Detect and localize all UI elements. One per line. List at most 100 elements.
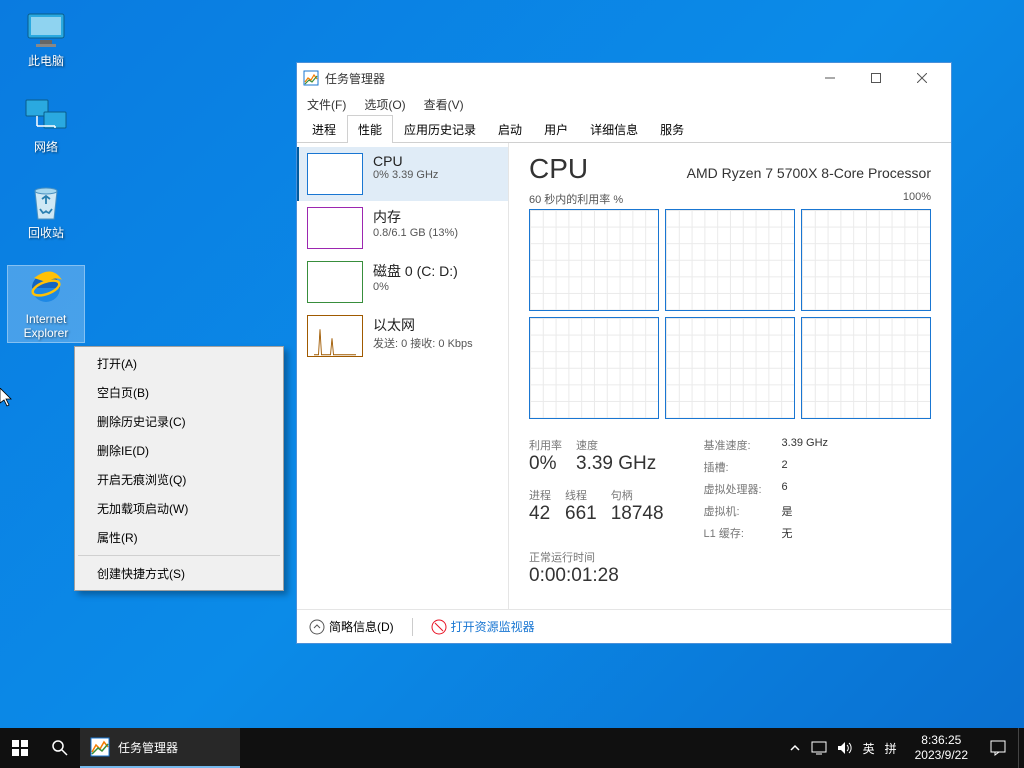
tray-ime-lang[interactable]: 英 — [863, 740, 875, 757]
side-net-sub: 发送: 0 接收: 0 Kbps — [373, 335, 473, 351]
context-menu: 打开(A) 空白页(B) 删除历史记录(C) 删除IE(D) 开启无痕浏览(Q)… — [74, 346, 284, 591]
l1-key: L1 缓存: — [704, 525, 764, 541]
cpu-model: AMD Ryzen 7 5700X 8-Core Processor — [687, 165, 931, 181]
l1-val: 无 — [782, 525, 842, 541]
notification-icon — [990, 740, 1006, 756]
tray-network-icon[interactable] — [811, 741, 827, 755]
ctx-no-addons[interactable]: 无加载项启动(W) — [77, 494, 281, 523]
sockets-key: 插槽: — [704, 459, 764, 475]
side-disk-title: 磁盘 0 (C: D:) — [373, 261, 458, 281]
tab-processes[interactable]: 进程 — [301, 115, 347, 143]
vm-key: 虚拟机: — [704, 503, 764, 519]
taskbar: 任务管理器 英 拼 8:36:25 2023/9/22 — [0, 728, 1024, 768]
ctx-open[interactable]: 打开(A) — [77, 349, 281, 378]
speed-val: 3.39 GHz — [576, 453, 656, 475]
chevron-up-circle-icon — [309, 619, 325, 635]
tray-volume-icon[interactable] — [837, 741, 853, 755]
titlebar[interactable]: 任务管理器 — [297, 63, 951, 93]
cpu-core-graph[interactable] — [665, 209, 795, 311]
desktop-icon-label: 此电脑 — [28, 54, 64, 68]
tray-chevron-icon[interactable] — [789, 742, 801, 754]
cpu-core-graph[interactable] — [801, 317, 931, 419]
side-cpu-sub: 0% 3.39 GHz — [373, 169, 438, 181]
maximize-button[interactable] — [853, 64, 899, 92]
base-key: 基准速度: — [704, 437, 764, 453]
proc-key: 进程 — [529, 487, 551, 503]
close-button[interactable] — [899, 64, 945, 92]
util-val: 0% — [529, 453, 562, 475]
side-ethernet[interactable]: 以太网发送: 0 接收: 0 Kbps — [297, 309, 508, 363]
system-tray: 英 拼 — [781, 728, 905, 768]
sockets-val: 2 — [782, 459, 842, 475]
cpu-core-graph[interactable] — [801, 209, 931, 311]
show-desktop-button[interactable] — [1018, 728, 1024, 768]
ctx-blank-page[interactable]: 空白页(B) — [77, 378, 281, 407]
network-icon — [24, 96, 68, 136]
separator — [412, 618, 413, 636]
window-title: 任务管理器 — [325, 70, 807, 87]
action-center-button[interactable] — [978, 728, 1018, 768]
desktop-icon-network[interactable]: 网络 — [8, 94, 84, 156]
taskbar-task-task-manager[interactable]: 任务管理器 — [80, 728, 240, 768]
handles-key: 句柄 — [611, 487, 664, 503]
monitor-icon — [24, 10, 68, 50]
ctx-inprivate[interactable]: 开启无痕浏览(Q) — [77, 465, 281, 494]
uptime-val: 0:00:01:28 — [529, 565, 664, 587]
side-memory[interactable]: 内存0.8/6.1 GB (13%) — [297, 201, 508, 255]
tab-app-history[interactable]: 应用历史记录 — [393, 115, 487, 143]
speed-key: 速度 — [576, 437, 656, 453]
tab-services[interactable]: 服务 — [649, 115, 695, 143]
cpu-core-graph[interactable] — [665, 317, 795, 419]
cpu-graphs — [529, 209, 931, 419]
util-key: 利用率 — [529, 437, 562, 453]
tab-users[interactable]: 用户 — [533, 115, 579, 143]
side-net-title: 以太网 — [373, 315, 473, 335]
desktop-icon-label: 网络 — [34, 140, 58, 154]
base-val: 3.39 GHz — [782, 437, 842, 453]
disk-thumb-icon — [307, 261, 363, 303]
app-icon — [303, 70, 319, 86]
perf-sidebar: CPU0% 3.39 GHz 内存0.8/6.1 GB (13%) 磁盘 0 (… — [297, 143, 509, 609]
open-resource-monitor-link[interactable]: 打开资源监视器 — [431, 618, 535, 635]
tab-bar: 进程 性能 应用历史记录 启动 用户 详细信息 服务 — [297, 115, 951, 143]
vm-val: 是 — [782, 503, 842, 519]
side-mem-title: 内存 — [373, 207, 458, 227]
menu-file[interactable]: 文件(F) — [303, 95, 350, 114]
side-cpu[interactable]: CPU0% 3.39 GHz — [297, 147, 508, 201]
tab-startup[interactable]: 启动 — [487, 115, 533, 143]
search-button[interactable] — [40, 728, 80, 768]
minimize-button[interactable] — [807, 64, 853, 92]
tray-ime-mode[interactable]: 拼 — [885, 740, 897, 757]
search-icon — [52, 740, 68, 756]
fewer-details-button[interactable]: 简略信息(D) — [309, 618, 394, 635]
desktop-icon-label: Internet Explorer — [10, 312, 82, 340]
task-manager-window: 任务管理器 文件(F) 选项(O) 查看(V) 进程 性能 应用历史记录 启动 … — [296, 62, 952, 644]
taskbar-task-label: 任务管理器 — [118, 739, 178, 756]
perf-main: CPU AMD Ryzen 7 5700X 8-Core Processor 6… — [509, 143, 951, 609]
ctx-properties[interactable]: 属性(R) — [77, 523, 281, 552]
clock-date: 2023/9/22 — [915, 748, 968, 763]
desktop-icon-this-pc[interactable]: 此电脑 — [8, 8, 84, 70]
side-cpu-title: CPU — [373, 153, 438, 169]
menu-options[interactable]: 选项(O) — [360, 95, 409, 114]
taskbar-clock[interactable]: 8:36:25 2023/9/22 — [905, 733, 978, 763]
side-disk-sub: 0% — [373, 281, 458, 293]
desktop-icon-label: 回收站 — [28, 226, 64, 240]
vproc-key: 虚拟处理器: — [704, 481, 764, 497]
desktop-icon-recycle-bin[interactable]: 回收站 — [8, 180, 84, 242]
bottom-bar: 简略信息(D) 打开资源监视器 — [297, 609, 951, 643]
threads-val: 661 — [565, 503, 597, 525]
menu-view[interactable]: 查看(V) — [420, 95, 468, 114]
tab-performance[interactable]: 性能 — [347, 115, 393, 143]
start-button[interactable] — [0, 728, 40, 768]
ctx-create-shortcut[interactable]: 创建快捷方式(S) — [77, 559, 281, 588]
cpu-heading: CPU — [529, 153, 588, 185]
ctx-delete-ie[interactable]: 删除IE(D) — [77, 436, 281, 465]
ctx-delete-history[interactable]: 删除历史记录(C) — [77, 407, 281, 436]
cpu-core-graph[interactable] — [529, 209, 659, 311]
tab-details[interactable]: 详细信息 — [579, 115, 649, 143]
side-disk[interactable]: 磁盘 0 (C: D:)0% — [297, 255, 508, 309]
cpu-thumb-icon — [307, 153, 363, 195]
desktop-icon-ie[interactable]: Internet Explorer — [8, 266, 84, 342]
cpu-core-graph[interactable] — [529, 317, 659, 419]
